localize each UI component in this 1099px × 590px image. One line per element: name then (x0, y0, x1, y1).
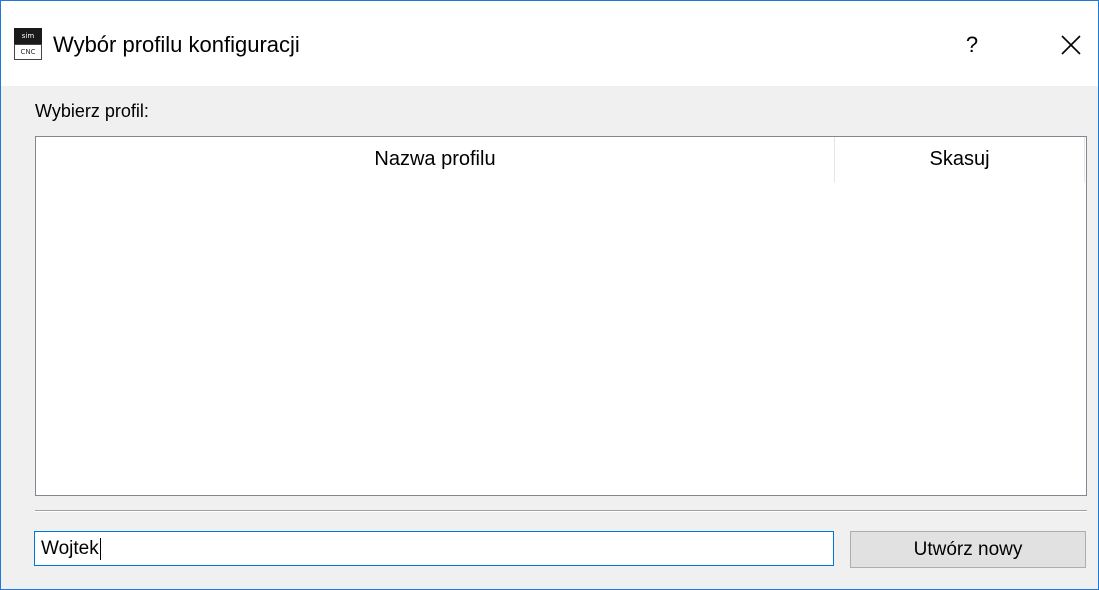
profile-name-input[interactable]: Wojtek (34, 531, 834, 566)
column-header-profile-name[interactable]: Nazwa profilu (36, 137, 835, 183)
close-button[interactable] (1048, 26, 1094, 64)
profile-selection-dialog: sim CNC Wybór profilu konfiguracji ? Wyb… (0, 0, 1099, 590)
help-button[interactable]: ? (951, 26, 993, 64)
text-caret (99, 537, 101, 560)
title-bar: sim CNC Wybór profilu konfiguracji ? (1, 1, 1098, 86)
close-icon (1061, 35, 1081, 55)
profile-table[interactable]: Nazwa profilu Skasuj (35, 136, 1087, 496)
window-title: Wybór profilu konfiguracji (53, 32, 300, 57)
app-icon-bottom: CNC (14, 44, 42, 60)
column-header-delete[interactable]: Skasuj (835, 137, 1085, 183)
app-icon-top: sim (14, 28, 42, 44)
app-icon: sim CNC (14, 28, 42, 60)
separator (35, 510, 1087, 512)
profile-name-value: Wojtek (41, 538, 99, 559)
create-new-button[interactable]: Utwórz nowy (850, 531, 1086, 568)
choose-profile-label: Wybierz profil: (35, 101, 149, 121)
